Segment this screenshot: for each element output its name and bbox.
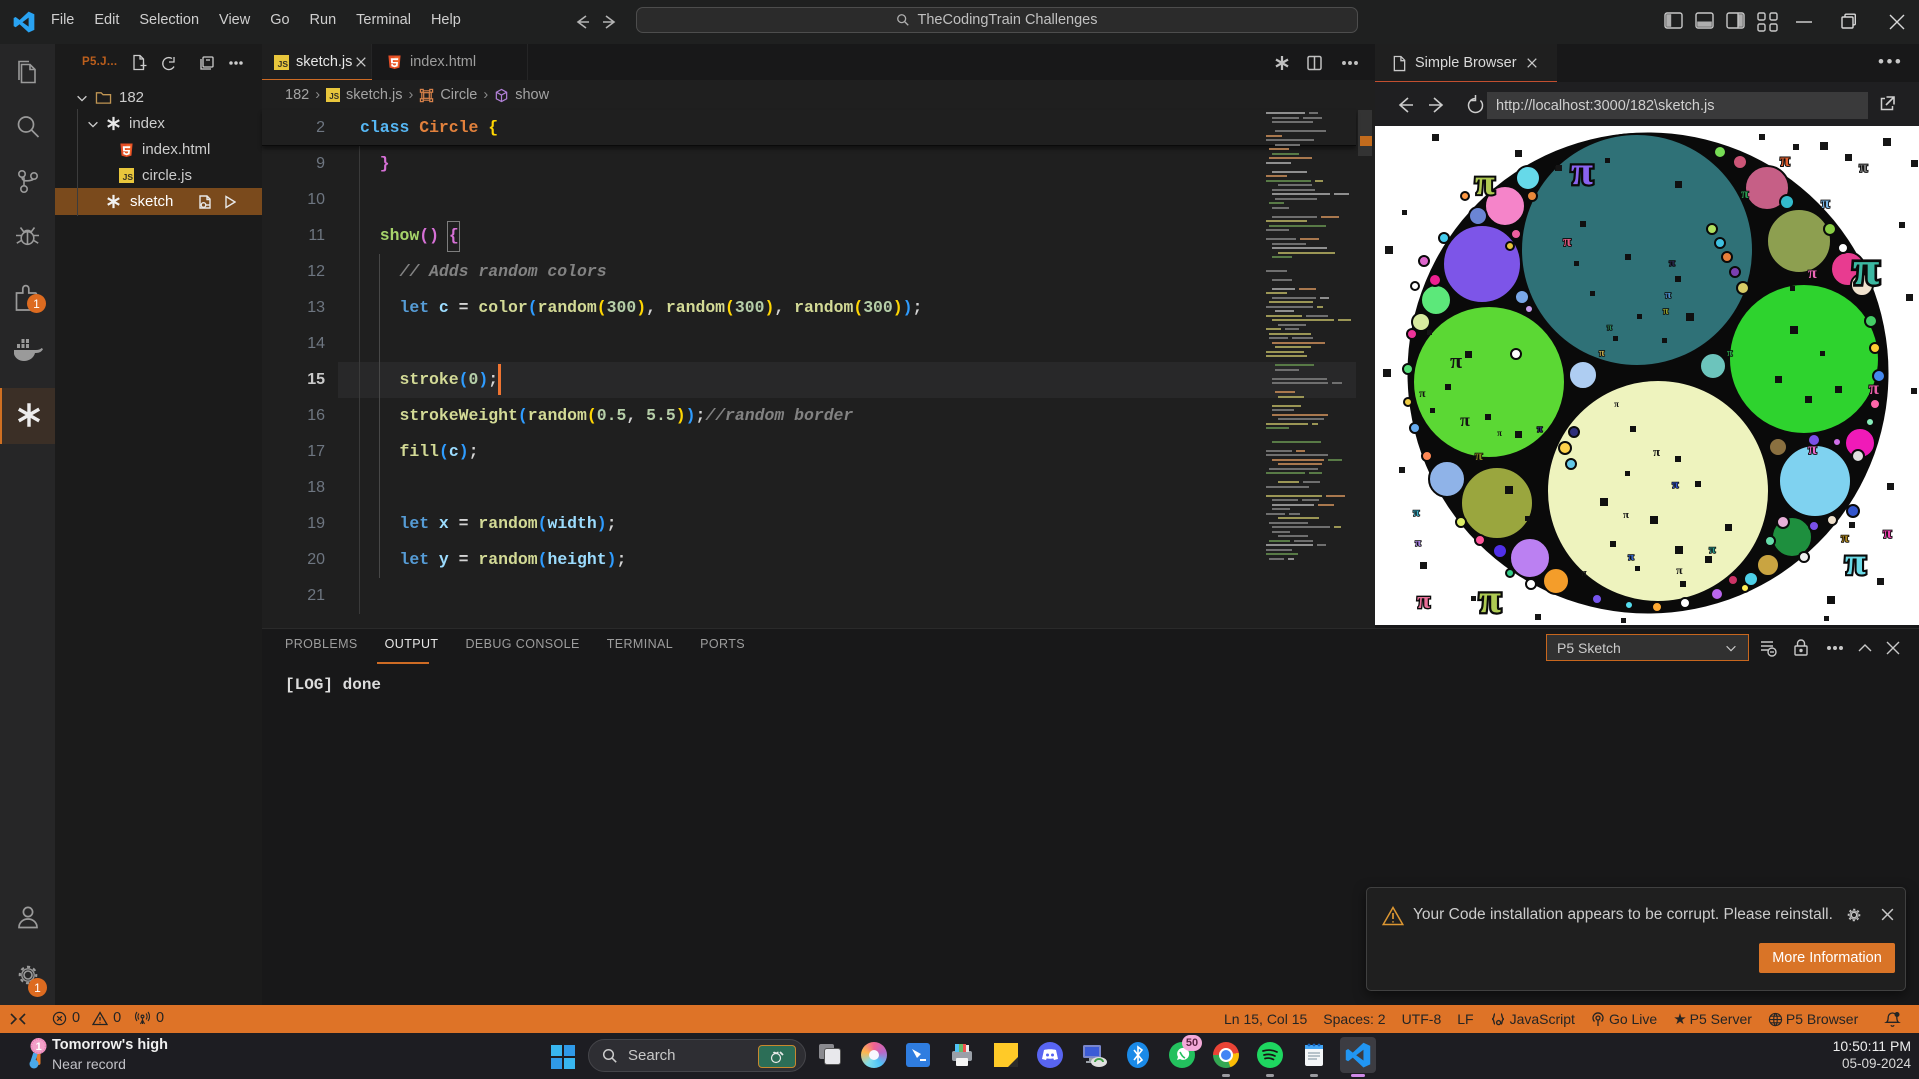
svg-text:π: π — [1460, 410, 1470, 430]
svg-text:π: π — [1415, 537, 1421, 549]
svg-text:π: π — [1628, 551, 1634, 563]
svg-text:π: π — [1853, 242, 1879, 295]
svg-text:π: π — [1475, 449, 1483, 464]
svg-text:π: π — [1676, 563, 1683, 577]
svg-text:π: π — [1571, 148, 1593, 193]
svg-text:π: π — [1607, 322, 1612, 332]
svg-text:π: π — [1727, 348, 1733, 359]
svg-text:π: π — [1669, 257, 1675, 269]
svg-text:π: π — [1653, 444, 1660, 459]
svg-text:π: π — [1845, 541, 1866, 583]
svg-text:π: π — [1537, 424, 1543, 435]
svg-text:π: π — [1780, 150, 1790, 170]
svg-text:π: π — [1497, 428, 1502, 438]
svg-text:π: π — [1808, 265, 1817, 282]
svg-text:π: π — [1665, 289, 1671, 301]
svg-text:π: π — [1821, 195, 1830, 212]
svg-text:π: π — [1859, 159, 1868, 176]
svg-text:π: π — [1417, 588, 1430, 614]
svg-text:π: π — [1869, 378, 1879, 398]
svg-text:π: π — [1709, 542, 1716, 556]
svg-text:1: 1 — [36, 1041, 42, 1053]
svg-text:π: π — [1419, 386, 1426, 400]
svg-text:π: π — [1808, 441, 1817, 458]
svg-text:π: π — [1581, 567, 1587, 579]
svg-text:π: π — [1841, 531, 1849, 546]
svg-text:π: π — [1413, 505, 1420, 519]
svg-text:π: π — [1614, 399, 1619, 409]
svg-text:π: π — [1663, 306, 1669, 317]
svg-text:π: π — [1475, 162, 1495, 202]
svg-text:π: π — [1623, 509, 1629, 521]
svg-text:π: π — [1563, 234, 1572, 250]
svg-text:π: π — [1672, 477, 1679, 491]
svg-text:π: π — [1883, 525, 1892, 542]
svg-text:π: π — [1450, 348, 1462, 373]
svg-text:π: π — [1599, 348, 1605, 359]
svg-text:π: π — [1741, 187, 1749, 202]
svg-text:π: π — [1479, 576, 1501, 621]
